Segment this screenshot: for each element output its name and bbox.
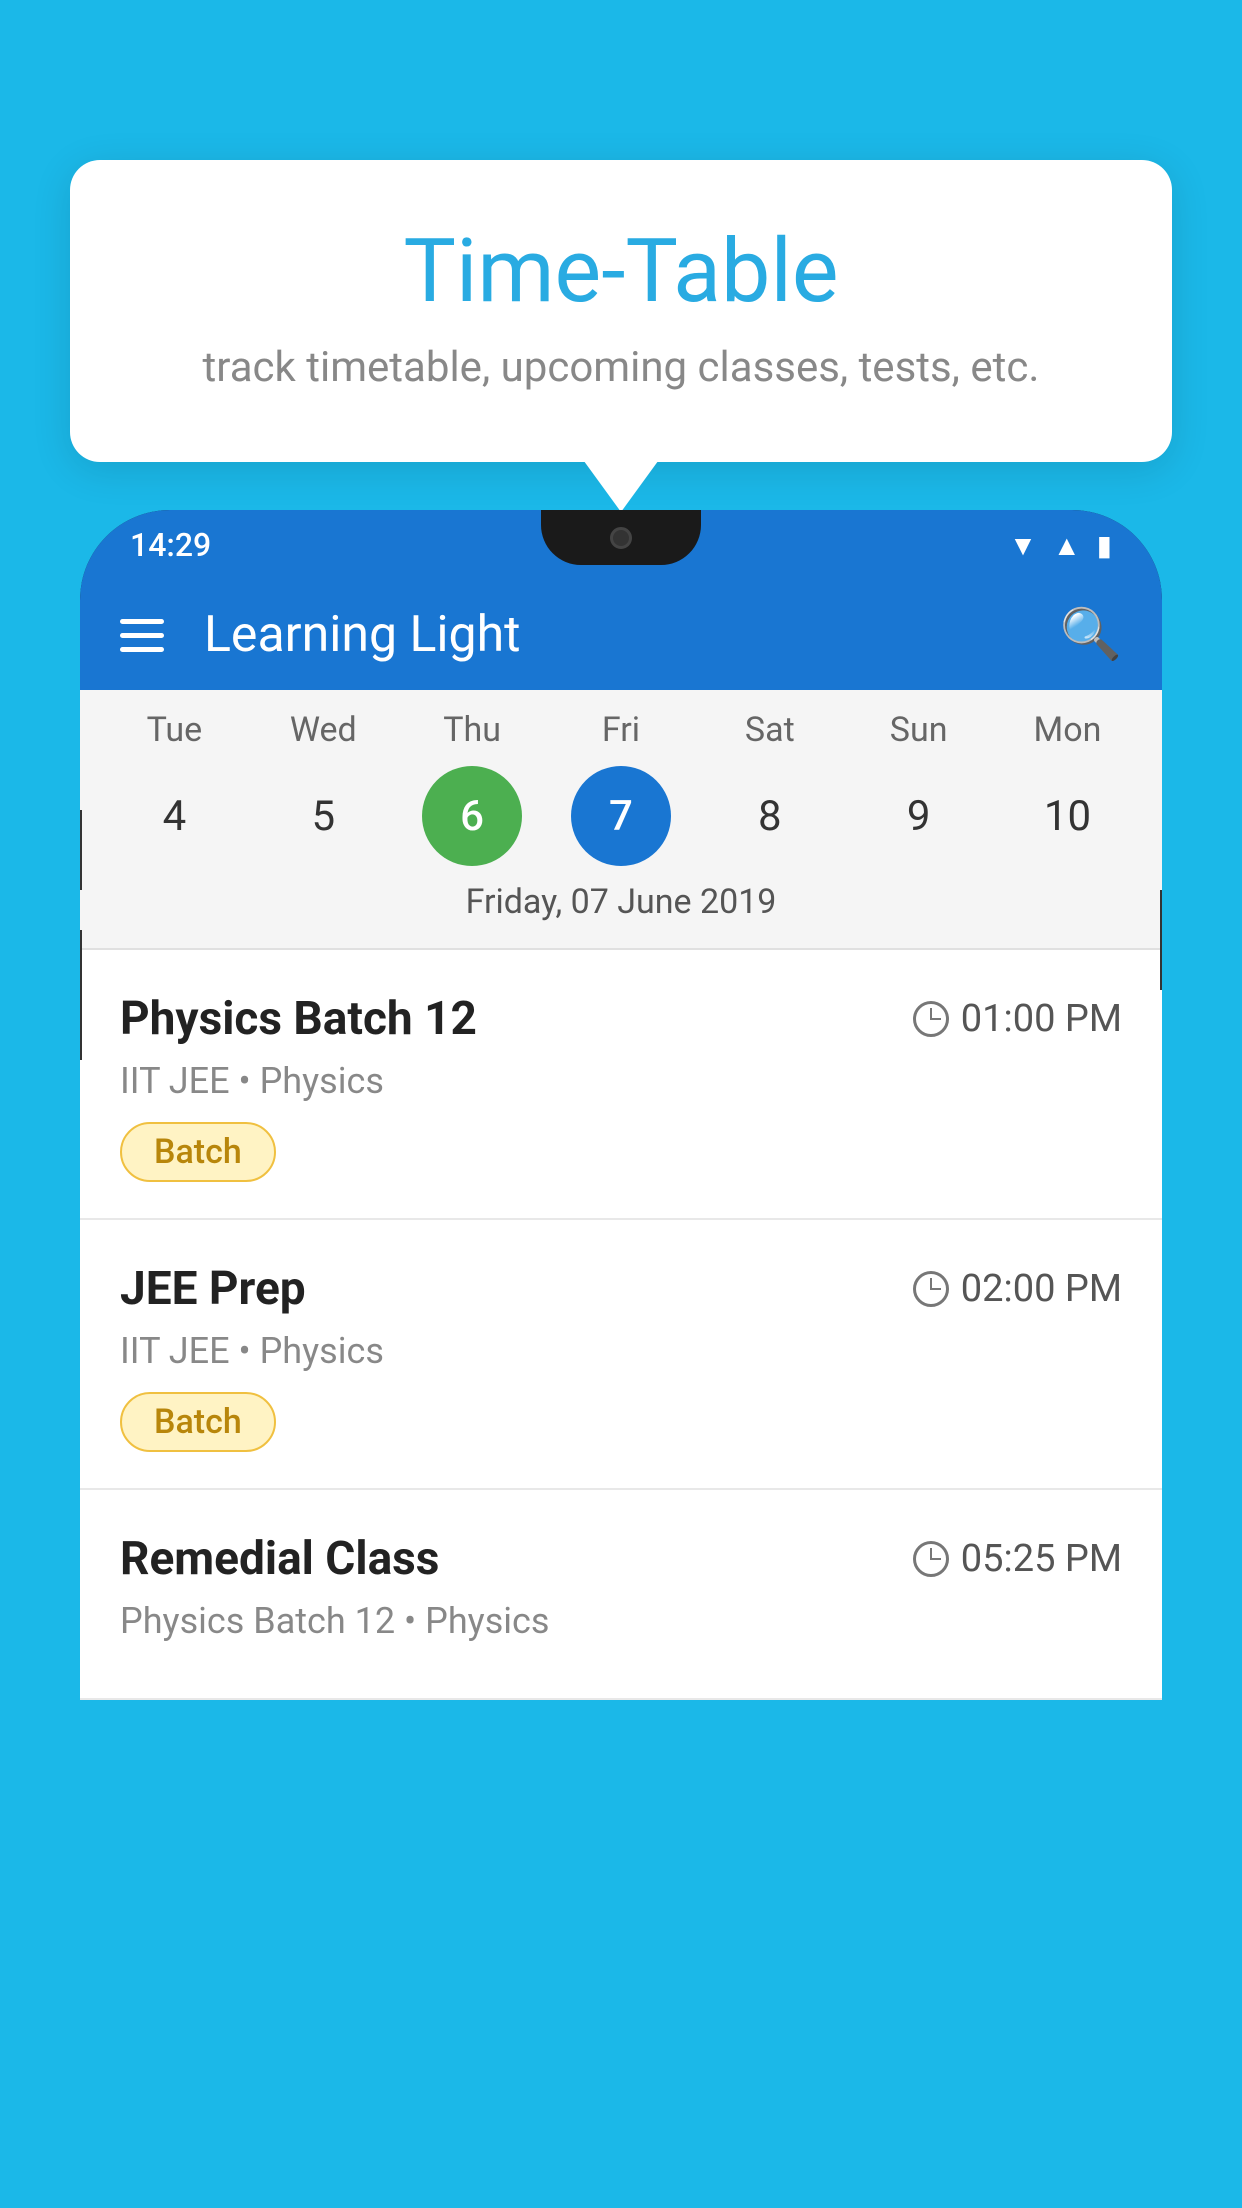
wifi-icon: ▼ [1009, 529, 1037, 562]
selected-date-label: Friday, 07 June 2019 [80, 882, 1162, 938]
schedule-item-3[interactable]: Remedial Class 05:25 PM Physics Batch 12… [80, 1490, 1162, 1700]
day-header-mon: Mon [1017, 710, 1117, 750]
signal-icon: ▲ [1053, 529, 1081, 562]
schedule-item-2[interactable]: JEE Prep 02:00 PM IIT JEE • Physics Batc… [80, 1220, 1162, 1490]
class-subtitle-2: IIT JEE • Physics [120, 1330, 1122, 1372]
status-time: 14:29 [130, 526, 211, 564]
clock-icon-2 [913, 1271, 949, 1307]
day-9[interactable]: 9 [869, 766, 969, 866]
day-header-tue: Tue [124, 710, 224, 750]
time-label-2: 02:00 PM [961, 1267, 1122, 1311]
day-10[interactable]: 10 [1017, 766, 1117, 866]
day-4[interactable]: 4 [124, 766, 224, 866]
class-name-1: Physics Batch 12 [120, 992, 477, 1046]
app-title: Learning Light [204, 606, 1020, 664]
time-label-3: 05:25 PM [961, 1537, 1122, 1581]
day-8[interactable]: 8 [720, 766, 820, 866]
class-time-2: 02:00 PM [913, 1267, 1122, 1311]
day-6-today[interactable]: 6 [422, 766, 522, 866]
schedule-list: Physics Batch 12 01:00 PM IIT JEE • Phys… [80, 950, 1162, 1700]
schedule-item-1-header: Physics Batch 12 01:00 PM [120, 992, 1122, 1046]
day-7-selected[interactable]: 7 [571, 766, 671, 866]
class-subtitle-1: IIT JEE • Physics [120, 1060, 1122, 1102]
day-header-wed: Wed [273, 710, 373, 750]
schedule-item-2-header: JEE Prep 02:00 PM [120, 1262, 1122, 1316]
schedule-item-3-header: Remedial Class 05:25 PM [120, 1532, 1122, 1586]
phone-notch [541, 510, 701, 565]
clock-icon-3 [913, 1541, 949, 1577]
clock-icon-1 [913, 1001, 949, 1037]
class-time-3: 05:25 PM [913, 1537, 1122, 1581]
tooltip-card: Time-Table track timetable, upcoming cla… [70, 160, 1172, 462]
phone-mockup: 14:29 ▼ ▲ ▮ Learning Light 🔍 Tue Wed Thu [80, 510, 1162, 2208]
time-label-1: 01:00 PM [961, 997, 1122, 1041]
calendar-strip: Tue Wed Thu Fri Sat Sun Mon 4 5 6 7 8 9 … [80, 690, 1162, 948]
class-name-2: JEE Prep [120, 1262, 306, 1316]
class-name-3: Remedial Class [120, 1532, 439, 1586]
class-subtitle-3: Physics Batch 12 • Physics [120, 1600, 1122, 1642]
phone-frame: 14:29 ▼ ▲ ▮ Learning Light 🔍 Tue Wed Thu [80, 510, 1162, 1700]
power-button [1160, 890, 1162, 990]
status-icons: ▼ ▲ ▮ [1009, 529, 1112, 562]
schedule-item-1[interactable]: Physics Batch 12 01:00 PM IIT JEE • Phys… [80, 950, 1162, 1220]
day-headers: Tue Wed Thu Fri Sat Sun Mon [80, 710, 1162, 750]
day-5[interactable]: 5 [273, 766, 373, 866]
battery-icon: ▮ [1097, 529, 1112, 562]
volume-down-button [80, 930, 82, 1060]
batch-badge-2: Batch [120, 1392, 276, 1452]
volume-up-button [80, 810, 82, 890]
day-numbers: 4 5 6 7 8 9 10 [80, 766, 1162, 866]
class-time-1: 01:00 PM [913, 997, 1122, 1041]
day-header-sun: Sun [869, 710, 969, 750]
tooltip-subtitle: track timetable, upcoming classes, tests… [150, 343, 1092, 392]
camera [610, 527, 632, 549]
batch-badge-1: Batch [120, 1122, 276, 1182]
day-header-thu: Thu [422, 710, 522, 750]
hamburger-menu-button[interactable] [120, 619, 164, 652]
app-bar: Learning Light 🔍 [80, 580, 1162, 690]
tooltip-title: Time-Table [150, 220, 1092, 323]
day-header-sat: Sat [720, 710, 820, 750]
day-header-fri: Fri [571, 710, 671, 750]
search-icon[interactable]: 🔍 [1060, 606, 1122, 664]
